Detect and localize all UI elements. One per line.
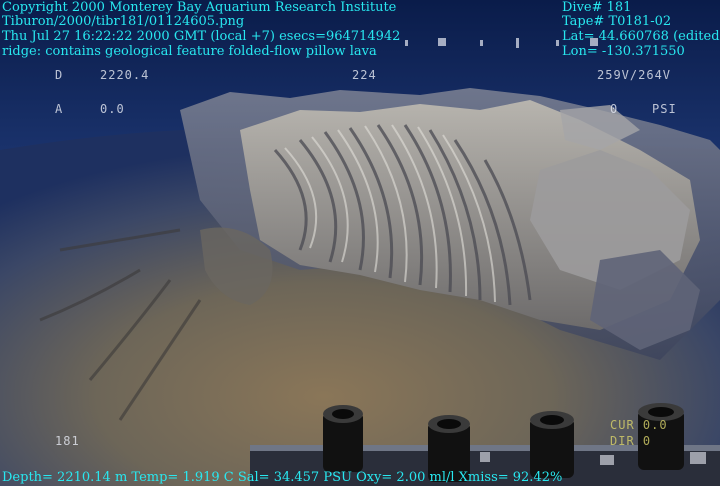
osd-altitude-value: 0.0 <box>100 102 125 116</box>
osd-altitude-label: A <box>55 102 64 116</box>
latitude: Lat= 44.660768 (edited) <box>562 29 720 44</box>
dive-number: Dive# 181 <box>562 0 632 15</box>
osd-depth-label: D <box>55 68 64 82</box>
sensor-readout: Depth= 2210.14 m Temp= 1.919 C Sal= 34.4… <box>2 470 563 485</box>
osd-direction: DIR 0 <box>610 434 652 448</box>
longitude: Lon= -130.371550 <box>562 44 685 59</box>
osd-frame-counter: 181 <box>55 434 80 448</box>
osd-heading: 224 <box>352 68 377 82</box>
osd-depth-value: 2220.4 <box>100 68 150 82</box>
osd-voltage: 259V/264V <box>597 68 672 82</box>
image-path: Tiburon/2000/tibr181/01124605.png <box>2 14 245 29</box>
tape-number: Tape# T0181-02 <box>562 14 672 29</box>
push-core-tube <box>323 405 363 472</box>
osd-psi-label: PSI <box>652 102 677 116</box>
osd-psi-value: 0 <box>610 102 619 116</box>
timestamp: Thu Jul 27 16:22:22 2000 GMT (local +7) … <box>2 29 401 44</box>
push-core-tube <box>530 411 574 478</box>
copyright-text: Copyright 2000 Monterey Bay Aquarium Res… <box>2 0 397 15</box>
annotation-text: ridge: contains geological feature folde… <box>2 44 377 59</box>
osd-current: CUR 0.0 <box>610 418 668 432</box>
dive-frame: Copyright 2000 Monterey Bay Aquarium Res… <box>0 0 720 486</box>
